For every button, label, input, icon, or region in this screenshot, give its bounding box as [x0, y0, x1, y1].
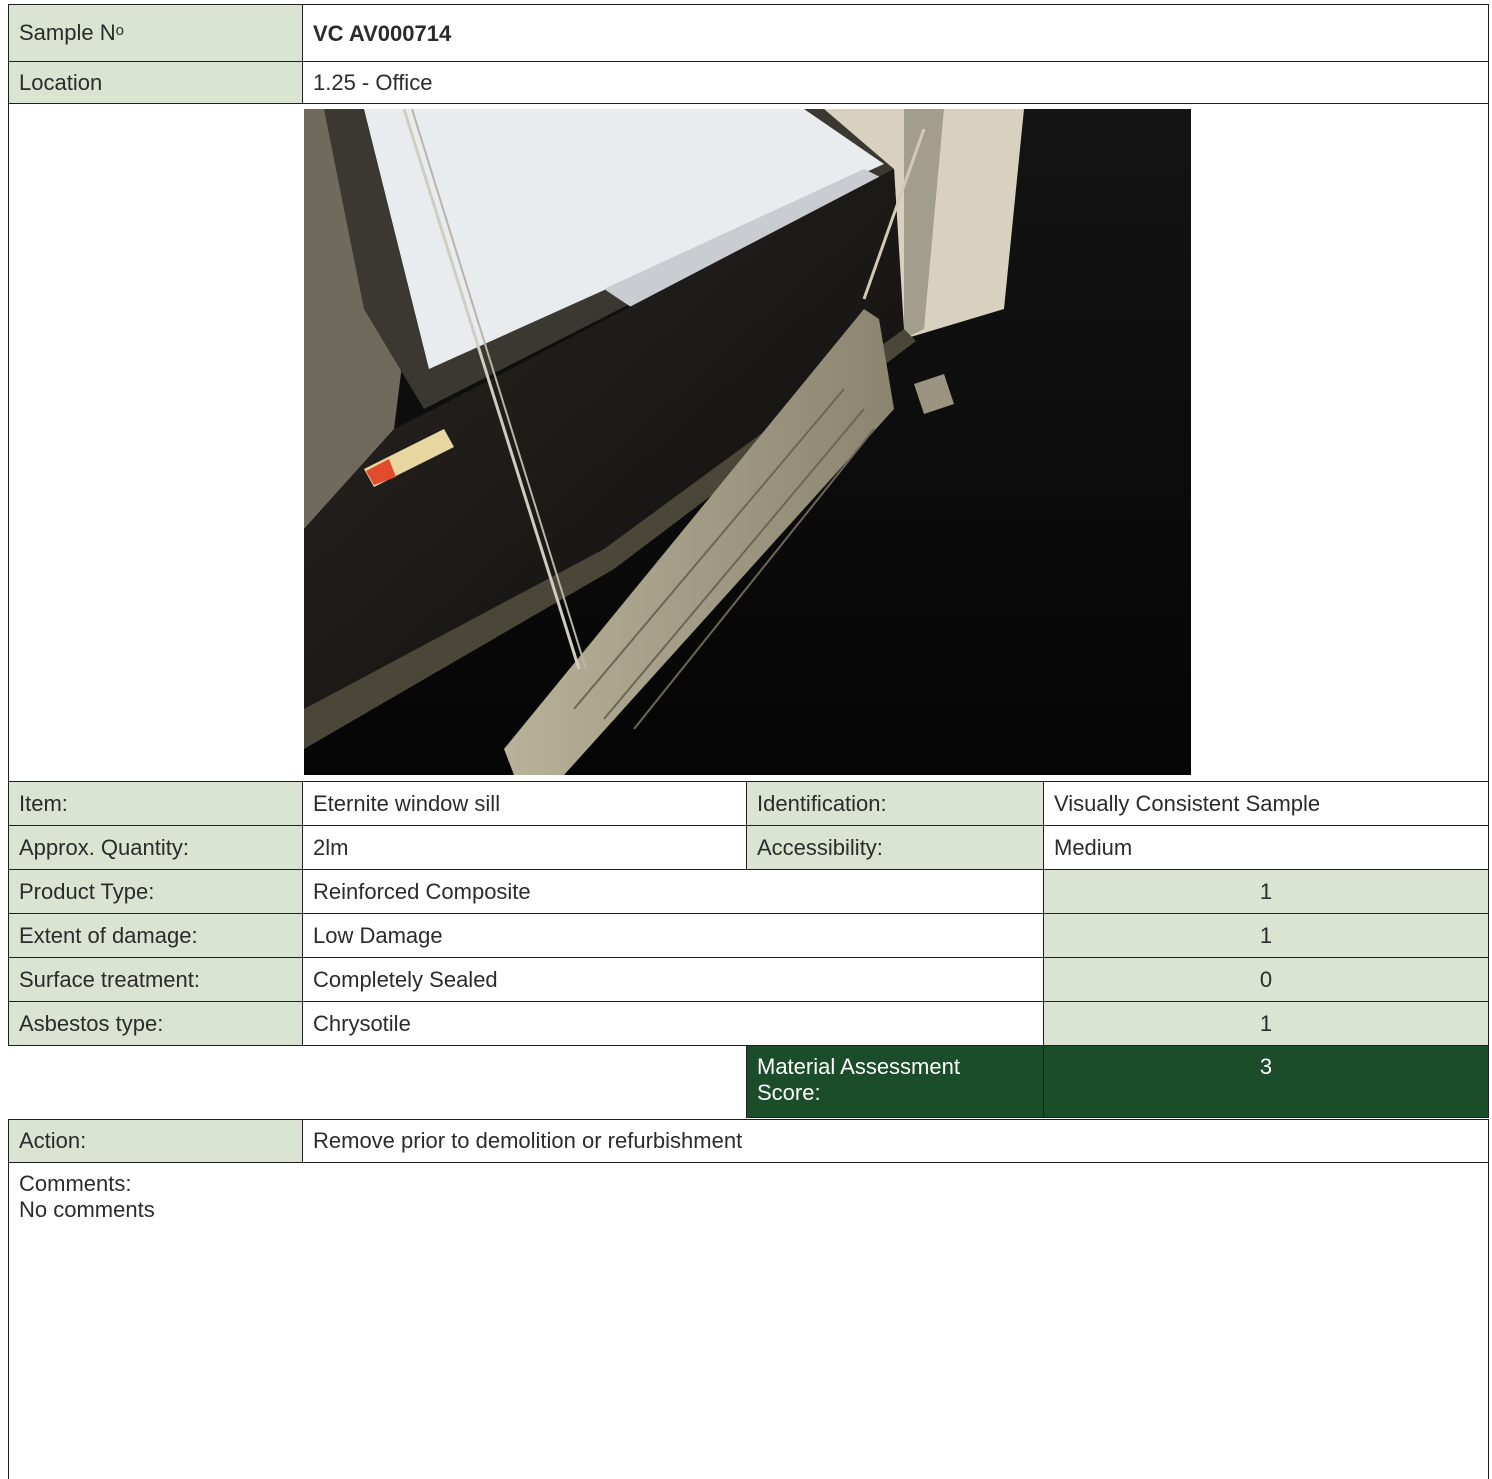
asbestos-type-label: Asbestos type: — [8, 1001, 303, 1046]
item-label: Item: — [8, 781, 303, 826]
surface-treatment-label: Surface treatment: — [8, 957, 303, 1002]
accessibility-value: Medium — [1043, 825, 1489, 870]
product-type-score: 1 — [1043, 869, 1489, 914]
surface-treatment-value: Completely Sealed — [302, 957, 1044, 1002]
action-label: Action: — [8, 1119, 303, 1163]
material-assessment-score-label: Material Assessment Score: — [746, 1045, 1044, 1118]
action-value: Remove prior to demolition or refurbishm… — [302, 1119, 1489, 1163]
photo-window-sill-radiator-icon — [304, 109, 1191, 775]
asbestos-type-score: 1 — [1043, 1001, 1489, 1046]
comments-label: Comments: — [19, 1171, 132, 1196]
location-label: Location — [8, 61, 303, 104]
location-value: 1.25 - Office — [302, 61, 1489, 104]
product-type-value: Reinforced Composite — [302, 869, 1044, 914]
surface-treatment-score: 0 — [1043, 957, 1489, 1002]
extent-of-damage-label: Extent of damage: — [8, 913, 303, 958]
extent-of-damage-score: 1 — [1043, 913, 1489, 958]
quantity-value: 2lm — [302, 825, 747, 870]
sample-number-label-sup: o — [115, 21, 124, 39]
extent-of-damage-value: Low Damage — [302, 913, 1044, 958]
sample-number-label: Sample No — [8, 4, 303, 62]
asbestos-type-value: Chrysotile — [302, 1001, 1044, 1046]
identification-value: Visually Consistent Sample — [1043, 781, 1489, 826]
comments-value: No comments — [19, 1197, 155, 1222]
identification-label: Identification: — [746, 781, 1044, 826]
product-type-label: Product Type: — [8, 869, 303, 914]
item-value: Eternite window sill — [302, 781, 747, 826]
accessibility-label: Accessibility: — [746, 825, 1044, 870]
sample-number-label-text: Sample N — [19, 20, 116, 45]
material-assessment-score-value: 3 — [1043, 1045, 1489, 1118]
sample-number-value: VC AV000714 — [302, 4, 1489, 62]
sample-photo — [304, 109, 1191, 775]
comments-section: Comments: No comments — [8, 1162, 1489, 1479]
quantity-label: Approx. Quantity: — [8, 825, 303, 870]
